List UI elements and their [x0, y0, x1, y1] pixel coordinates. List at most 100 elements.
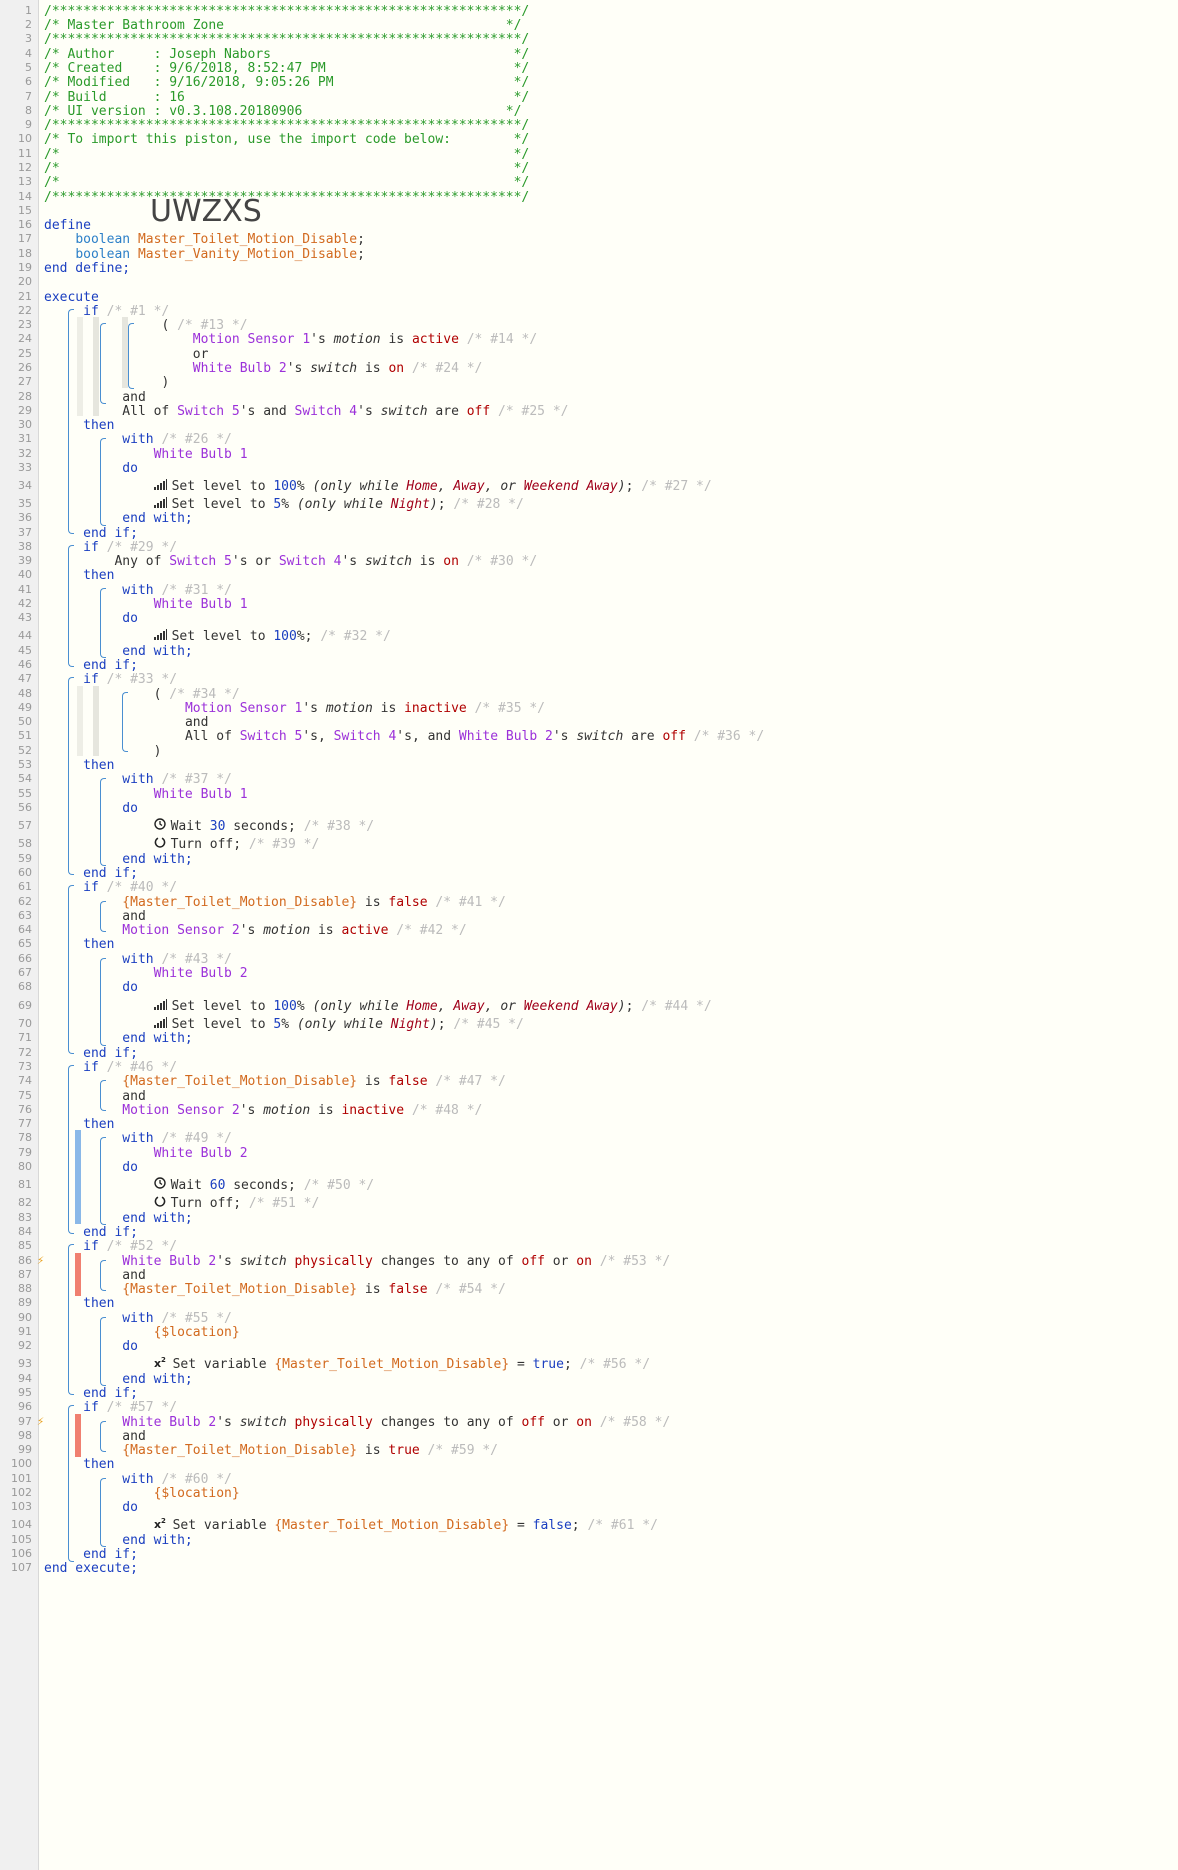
- line-number: 13: [18, 175, 32, 188]
- code-line[interactable]: Set level to 100% (only while Home, Away…: [153, 478, 712, 495]
- code-line[interactable]: then: [83, 417, 114, 434]
- code-token: 100: [273, 999, 297, 1014]
- code-line[interactable]: do: [122, 1499, 138, 1516]
- code-token: then: [83, 568, 115, 583]
- code-token: 's or: [231, 554, 279, 569]
- code-line[interactable]: {$location}: [154, 1324, 240, 1341]
- code-line[interactable]: {Master_Toilet_Motion_Disable} is false …: [122, 894, 506, 911]
- line-number: 19: [18, 261, 32, 274]
- line-number: 1: [25, 4, 32, 17]
- line-number: 82: [18, 1196, 32, 1209]
- code-line[interactable]: All of Switch 5's and Switch 4's switch …: [122, 403, 568, 420]
- line-number: 27: [18, 375, 32, 388]
- code-line[interactable]: do: [122, 1159, 138, 1176]
- code-token: Weekend Away: [523, 479, 618, 494]
- code-line[interactable]: then: [83, 757, 114, 774]
- code-line[interactable]: do: [122, 800, 138, 817]
- code-token: /* #44 */: [641, 999, 712, 1014]
- code-line[interactable]: then: [83, 1295, 114, 1312]
- code-token: is: [310, 1103, 342, 1118]
- code-line[interactable]: ): [154, 743, 162, 760]
- line-number: 41: [18, 583, 32, 596]
- line-number: 75: [18, 1089, 32, 1102]
- code-line[interactable]: White Bulb 2's switch is on /* #24 */: [193, 360, 483, 377]
- code-line[interactable]: x 2 Set variable {Master_Toilet_Motion_Dis…: [154, 1356, 650, 1373]
- code-line[interactable]: White Bulb 1: [154, 446, 248, 463]
- line-number: 4: [25, 47, 32, 60]
- code-line[interactable]: do: [122, 610, 138, 627]
- line-number: 35: [18, 497, 32, 510]
- code-line[interactable]: do: [122, 979, 138, 996]
- code-token: is: [357, 1282, 389, 1297]
- code-token: White Bulb 1: [153, 597, 248, 612]
- code-line[interactable]: Motion Sensor 2's motion is active /* #4…: [122, 922, 466, 939]
- code-line[interactable]: ): [161, 374, 169, 391]
- code-line[interactable]: Set level to 100% (only while Home, Away…: [153, 998, 712, 1015]
- code-token: ;: [437, 1017, 454, 1032]
- code-token: (only while: [296, 1017, 391, 1032]
- code-line[interactable]: White Bulb 1: [154, 786, 248, 803]
- code-line[interactable]: Motion Sensor 2's motion is inactive /* …: [122, 1102, 482, 1119]
- code-line[interactable]: do: [122, 1338, 138, 1355]
- code-token: on: [576, 1415, 592, 1430]
- code-token: then: [83, 1457, 115, 1472]
- code-line[interactable]: then: [83, 1116, 114, 1133]
- code-token: (: [161, 318, 178, 333]
- code-token: /* Modified : 9/16/2018, 9:05:26 PM */: [44, 75, 530, 90]
- code-line[interactable]: White Bulb 2's switch physically changes…: [122, 1253, 670, 1270]
- code-line[interactable]: {$location}: [154, 1485, 240, 1502]
- block-indicator: [122, 317, 128, 388]
- code-token: end execute;: [44, 1561, 138, 1576]
- code-token: is: [357, 361, 389, 376]
- code-token: Away: [453, 999, 485, 1014]
- line-number: 76: [18, 1103, 32, 1116]
- line-number: 89: [18, 1296, 32, 1309]
- code-token: off: [662, 729, 686, 744]
- code-line[interactable]: x 2 Set variable {Master_Toilet_Motion_Dis…: [154, 1517, 658, 1534]
- code-line[interactable]: White Bulb 2: [154, 1145, 248, 1162]
- code-token: 's: [239, 1103, 264, 1118]
- code-line[interactable]: Motion Sensor 1's motion is inactive /* …: [185, 700, 545, 717]
- code-line[interactable]: Motion Sensor 1's motion is active /* #1…: [193, 331, 537, 348]
- code-token: do: [122, 461, 138, 476]
- code-line[interactable]: end define;: [44, 260, 130, 277]
- line-number: 68: [18, 980, 32, 993]
- code-line[interactable]: {Master_Toilet_Motion_Disable} is true /…: [122, 1442, 498, 1459]
- code-line[interactable]: do: [122, 460, 138, 477]
- code-token: Motion Sensor 1: [192, 332, 311, 347]
- code-token: 's: [286, 361, 311, 376]
- code-line[interactable]: Set level to 5% (only while Night); /* #…: [153, 496, 524, 513]
- code-line[interactable]: Wait 60 seconds; /* #50 */: [153, 1177, 374, 1194]
- code-token: active: [411, 332, 459, 347]
- code-line[interactable]: White Bulb 1: [154, 596, 248, 613]
- code-line[interactable]: White Bulb 2's switch physically changes…: [122, 1414, 670, 1431]
- code-line[interactable]: then: [83, 936, 114, 953]
- code-line[interactable]: then: [83, 1456, 114, 1473]
- code-line[interactable]: White Bulb 2: [154, 965, 248, 982]
- code-line[interactable]: All of Switch 5's, Switch 4's, and White…: [185, 728, 764, 745]
- code-token: /* #49 */: [161, 1131, 232, 1146]
- line-number: 72: [18, 1046, 32, 1059]
- line-number: 80: [18, 1160, 32, 1173]
- line-number: 87: [18, 1268, 32, 1281]
- code-token: /* */: [44, 175, 530, 190]
- code-line[interactable]: Wait 30 seconds; /* #38 */: [153, 818, 374, 835]
- code-token: Weekend Away: [523, 999, 618, 1014]
- code-token: ;: [571, 1518, 588, 1533]
- line-number: 85: [18, 1239, 32, 1252]
- code-token: 's: [216, 1254, 240, 1269]
- code-line[interactable]: Set level to 5% (only while Night); /* #…: [153, 1016, 524, 1033]
- code-token: true: [388, 1443, 420, 1458]
- code-token: White Bulb 1: [153, 447, 248, 462]
- code-line[interactable]: Any of Switch 5's or Switch 4's switch i…: [114, 553, 537, 570]
- code-line[interactable]: then: [83, 567, 114, 584]
- block-bracket: [68, 885, 74, 1054]
- code-line[interactable]: {Master_Toilet_Motion_Disable} is false …: [122, 1281, 506, 1298]
- code-token: {Master_Toilet_Motion_Disable}: [122, 1282, 358, 1297]
- code-token: /* #32 */: [320, 629, 391, 644]
- code-token: Switch 4: [294, 404, 358, 419]
- code-line[interactable]: {Master_Toilet_Motion_Disable} is false …: [122, 1073, 506, 1090]
- code-line[interactable]: /***************************************…: [44, 189, 529, 206]
- code-token: , or: [484, 479, 524, 494]
- code-line[interactable]: end execute;: [44, 1560, 138, 1577]
